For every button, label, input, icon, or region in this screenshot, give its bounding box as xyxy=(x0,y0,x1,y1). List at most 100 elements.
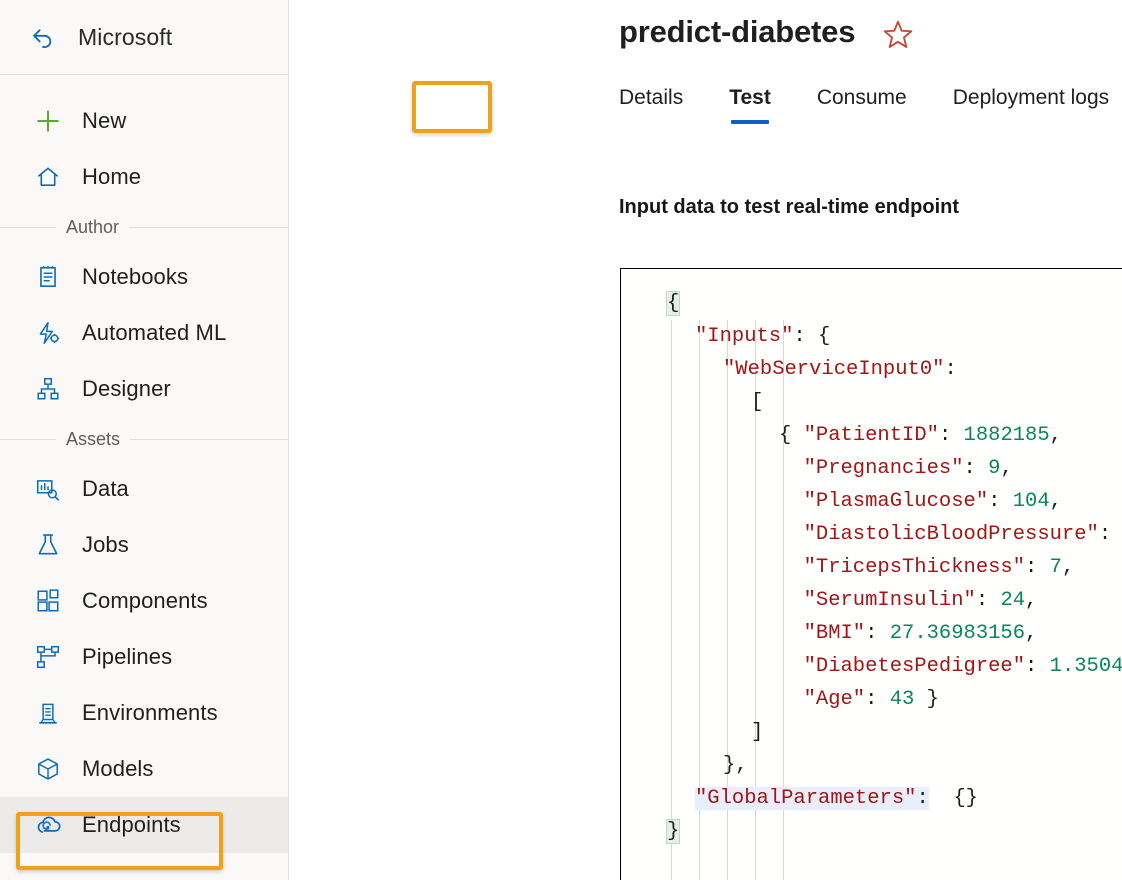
code-token-punct: : xyxy=(1099,523,1122,546)
sidebar-item-home[interactable]: Home xyxy=(0,149,288,205)
sidebar-item-label: Home xyxy=(82,164,141,190)
code-token-punct: : xyxy=(1025,655,1050,678)
sidebar-item-environments[interactable]: Environments xyxy=(0,685,288,741)
code-token-num: 24 xyxy=(1000,589,1025,612)
code-line: }, xyxy=(621,749,1122,782)
group-divider-right xyxy=(129,227,288,228)
code-line: "Pregnancies": 9, xyxy=(621,452,1122,485)
code-line: } xyxy=(621,815,1122,848)
group-divider-right xyxy=(130,439,288,440)
sidebar-item-notebooks[interactable]: Notebooks xyxy=(0,249,288,305)
code-line: "DiastolicBloodPressure": 51, xyxy=(621,518,1122,551)
sidebar-item-jobs[interactable]: Jobs xyxy=(0,517,288,573)
code-token-punct: { xyxy=(667,292,679,315)
sidebar-item-new[interactable]: New xyxy=(0,93,288,149)
star-outline-icon[interactable] xyxy=(881,18,915,57)
sidebar-item-label: Environments xyxy=(82,700,218,726)
code-line: { xyxy=(621,287,1122,320)
tab-test[interactable]: Test xyxy=(729,86,771,124)
tab-bar: Details Test Consume Deployment logs xyxy=(619,86,1122,124)
code-token-punct: : xyxy=(865,622,890,645)
annotation-highlight-test-tab xyxy=(412,81,492,133)
sidebar-item-automated-ml[interactable]: Automated ML xyxy=(0,305,288,361)
code-line: [ xyxy=(621,386,1122,419)
section-heading: Input data to test real-time endpoint xyxy=(619,196,959,219)
code-token-punct: : xyxy=(939,424,964,447)
sidebar-item-label: Components xyxy=(82,588,208,614)
sidebar-item-label: Notebooks xyxy=(82,264,188,290)
sidebar-item-data[interactable]: Data xyxy=(0,461,288,517)
page-title: predict-diabetes xyxy=(619,14,855,50)
sidebar-item-endpoints[interactable]: Endpoints xyxy=(0,797,288,853)
code-line: "PlasmaGlucose": 104, xyxy=(621,485,1122,518)
code-token-punct: , xyxy=(1025,589,1037,612)
json-code-editor[interactable]: {"Inputs": {"WebServiceInput0":[{ "Patie… xyxy=(620,268,1122,880)
code-token-punct: {} xyxy=(929,787,978,810)
code-line: "GlobalParameters": {} xyxy=(621,782,1122,815)
automated-ml-icon xyxy=(34,319,62,347)
sidebar-item-pipelines[interactable]: Pipelines xyxy=(0,629,288,685)
code-token-punct: } xyxy=(667,820,679,843)
back-arrow-icon xyxy=(28,23,56,51)
code-token-punct: ] xyxy=(751,721,763,744)
code-token-key: "SerumInsulin" xyxy=(804,589,976,612)
sidebar-item-models[interactable]: Models xyxy=(0,741,288,797)
code-line: "Age": 43 } xyxy=(621,683,1122,716)
data-icon xyxy=(34,475,62,503)
code-token-punct: , xyxy=(1000,457,1012,480)
tab-deployment-logs[interactable]: Deployment logs xyxy=(953,86,1109,124)
code-token-num: 43 xyxy=(890,688,915,711)
code-token-key: "PatientID" xyxy=(804,424,939,447)
tab-details[interactable]: Details xyxy=(619,86,683,124)
code-line: ] xyxy=(621,716,1122,749)
tab-consume[interactable]: Consume xyxy=(817,86,907,124)
code-token-punct: , xyxy=(1050,490,1062,513)
code-token-punct: : xyxy=(916,787,928,810)
code-token-key: "DiastolicBloodPressure" xyxy=(804,523,1099,546)
home-icon xyxy=(34,163,62,191)
code-token-key: "BMI" xyxy=(804,622,866,645)
code-token-punct: , xyxy=(1050,424,1062,447)
sidebar-item-label: New xyxy=(82,108,126,134)
sidebar-item-label: Pipelines xyxy=(82,644,172,670)
code-token-punct: : xyxy=(865,688,890,711)
code-token-punct: : xyxy=(976,589,1001,612)
code-token-key: "PlasmaGlucose" xyxy=(804,490,989,513)
code-token-punct: : xyxy=(964,457,989,480)
sidebar-item-label: Automated ML xyxy=(82,320,226,346)
code-content[interactable]: {"Inputs": {"WebServiceInput0":[{ "Patie… xyxy=(621,269,1122,880)
code-token-punct: [ xyxy=(751,391,763,414)
code-line: "Inputs": { xyxy=(621,320,1122,353)
endpoints-cloud-icon xyxy=(34,811,62,839)
nav-brand-microsoft[interactable]: Microsoft xyxy=(0,0,288,74)
group-title: Assets xyxy=(66,429,120,450)
code-token-key: "WebServiceInput0" xyxy=(723,358,944,381)
code-token-num: 104 xyxy=(1013,490,1050,513)
code-token-num: 9 xyxy=(988,457,1000,480)
code-token-key: "GlobalParameters" xyxy=(695,787,916,810)
code-line: "DiabetesPedigree": 1.3504720469999998, xyxy=(621,650,1122,683)
jobs-flask-icon xyxy=(34,531,62,559)
code-line: "WebServiceInput0": xyxy=(621,353,1122,386)
environments-icon xyxy=(34,699,62,727)
code-token-num: 7 xyxy=(1050,556,1062,579)
code-token-punct: } xyxy=(914,688,939,711)
code-token-punct: , xyxy=(1025,622,1037,645)
sidebar-group-author: Author xyxy=(0,205,288,249)
sidebar-item-components[interactable]: Components xyxy=(0,573,288,629)
designer-icon xyxy=(34,375,62,403)
plus-icon xyxy=(34,107,62,135)
group-divider-left xyxy=(0,439,56,440)
sidebar-item-label: Jobs xyxy=(82,532,129,558)
nav-brand-label: Microsoft xyxy=(78,24,172,51)
code-token-key: "TricepsThickness" xyxy=(804,556,1025,579)
pipelines-icon xyxy=(34,643,62,671)
notebook-icon xyxy=(34,263,62,291)
code-line: "TricepsThickness": 7, xyxy=(621,551,1122,584)
sidebar-item-designer[interactable]: Designer xyxy=(0,361,288,417)
code-token-num: 1882185 xyxy=(964,424,1050,447)
code-token-punct: : xyxy=(944,358,956,381)
sidebar-group-assets: Assets xyxy=(0,417,288,461)
code-line: "SerumInsulin": 24, xyxy=(621,584,1122,617)
group-title: Author xyxy=(66,217,119,238)
